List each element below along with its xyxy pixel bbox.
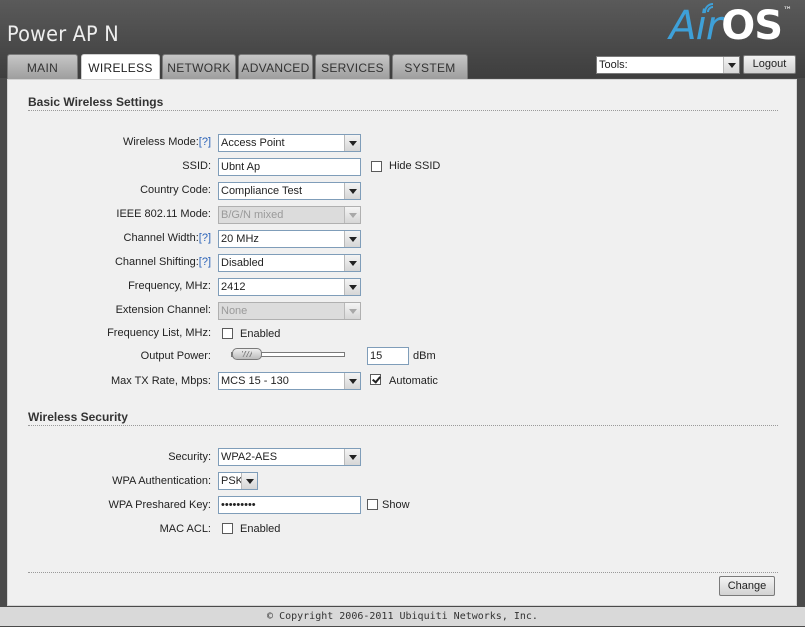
channel-shifting-label: Channel Shifting:[?]: [114, 256, 211, 268]
ieee-mode-label: IEEE 802.11 Mode:: [116, 208, 211, 220]
country-code-label: Country Code:: [140, 184, 211, 196]
wireless-mode-help-link[interactable]: [?]: [199, 136, 211, 148]
wpa-preshared-key-label: WPA Preshared Key:: [108, 499, 211, 511]
wpa-preshared-key-input[interactable]: •••••••••: [218, 496, 361, 514]
mac-acl-enabled-label: Enabled: [240, 523, 281, 535]
max-tx-rate-label: Max TX Rate, Mbps:: [110, 375, 211, 387]
security-select[interactable]: WPA2-AES: [218, 448, 361, 466]
mac-acl-label: MAC ACL:: [159, 523, 211, 535]
ssid-label: SSID:: [182, 160, 211, 172]
tab-advanced[interactable]: ADVANCED: [238, 54, 313, 79]
chevron-down-icon: [344, 135, 360, 151]
tools-select[interactable]: Tools:: [596, 56, 740, 74]
section-divider: [28, 572, 778, 573]
channel-width-label: Channel Width:[?]: [123, 232, 211, 244]
output-power-slider[interactable]: [231, 348, 345, 360]
chevron-down-icon: [344, 207, 360, 223]
show-key-checkbox[interactable]: [367, 499, 378, 510]
wpa-authentication-label: WPA Authentication:: [112, 475, 211, 487]
change-button[interactable]: Change: [719, 576, 775, 596]
output-power-unit: dBm: [413, 350, 436, 362]
extension-channel-label: Extension Channel:: [115, 304, 211, 316]
slider-handle[interactable]: [232, 348, 262, 360]
channel-shifting-help-link[interactable]: [?]: [199, 256, 211, 268]
chevron-down-icon: [241, 473, 257, 489]
tab-main[interactable]: MAIN: [7, 54, 78, 79]
chevron-down-icon: [344, 373, 360, 389]
chevron-down-icon: [723, 57, 739, 73]
chevron-down-icon: [344, 231, 360, 247]
wpa-authentication-select[interactable]: PSK: [218, 472, 258, 490]
logout-button[interactable]: Logout: [743, 55, 796, 74]
frequency-select[interactable]: 2412: [218, 278, 361, 296]
hide-ssid-label: Hide SSID: [389, 160, 441, 172]
output-power-input[interactable]: 15: [367, 347, 409, 365]
frequency-list-enabled-label: Enabled: [240, 328, 281, 340]
chevron-down-icon: [344, 279, 360, 295]
airos-logo: AirOS™: [669, 3, 792, 49]
frequency-list-checkbox[interactable]: [222, 328, 233, 339]
content-panel: Basic Wireless Settings Wireless Mode:[?…: [7, 79, 797, 606]
tab-system[interactable]: SYSTEM: [392, 54, 468, 79]
ieee-mode-select: B/G/N mixed: [218, 206, 361, 224]
frequency-list-label: Frequency List, MHz:: [107, 327, 211, 339]
country-code-select[interactable]: Compliance Test: [218, 182, 361, 200]
tab-network[interactable]: NETWORK: [162, 54, 236, 79]
chevron-down-icon: [344, 183, 360, 199]
section-divider: [28, 110, 778, 111]
channel-shifting-select[interactable]: Disabled: [218, 254, 361, 272]
chevron-down-icon: [344, 303, 360, 319]
header-bar: Power AP N AirOS™ MAIN WIRELESS NETWORK …: [0, 0, 805, 80]
frequency-label: Frequency, MHz:: [128, 280, 211, 292]
show-key-label: Show: [382, 499, 410, 511]
wireless-mode-select[interactable]: Access Point: [218, 134, 361, 152]
extension-channel-select: None: [218, 302, 361, 320]
wireless-security-heading: Wireless Security: [28, 410, 128, 424]
automatic-label: Automatic: [389, 375, 438, 387]
tab-services[interactable]: SERVICES: [315, 54, 390, 79]
channel-width-help-link[interactable]: [?]: [199, 232, 211, 244]
section-divider: [28, 425, 778, 426]
tools-select-value: Tools:: [599, 59, 628, 71]
security-label: Security:: [168, 451, 211, 463]
wireless-mode-label: Wireless Mode:[?]: [122, 136, 211, 148]
footer-copyright: © Copyright 2006-2011 Ubiquiti Networks,…: [0, 607, 805, 626]
max-tx-rate-select[interactable]: MCS 15 - 130: [218, 372, 361, 390]
device-title: Power AP N: [7, 22, 119, 46]
ssid-input[interactable]: Ubnt Ap: [218, 158, 361, 176]
mac-acl-checkbox[interactable]: [222, 523, 233, 534]
chevron-down-icon: [344, 255, 360, 271]
output-power-label: Output Power:: [140, 350, 211, 362]
channel-width-select[interactable]: 20 MHz: [218, 230, 361, 248]
automatic-checkbox[interactable]: [370, 374, 381, 385]
hide-ssid-checkbox[interactable]: [371, 161, 382, 172]
tab-wireless[interactable]: WIRELESS: [81, 54, 160, 80]
basic-wireless-settings-heading: Basic Wireless Settings: [28, 95, 164, 109]
chevron-down-icon: [344, 449, 360, 465]
